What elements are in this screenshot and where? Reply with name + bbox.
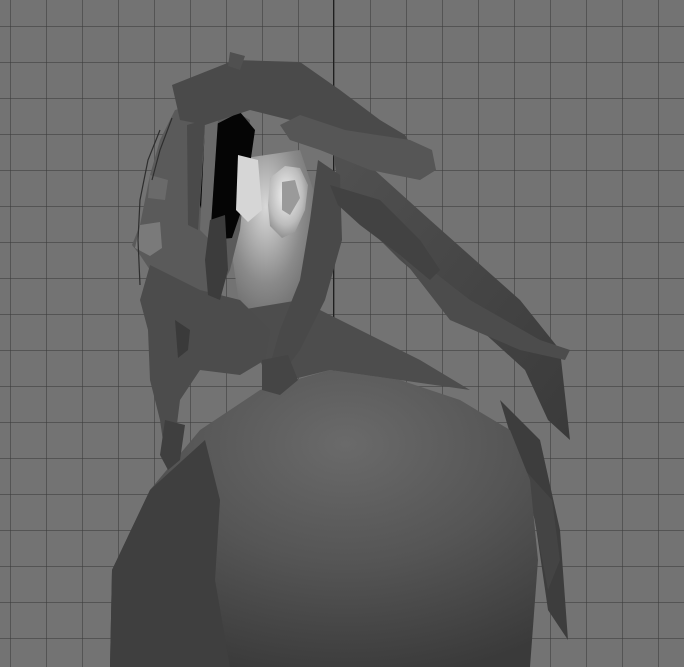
cheek-highlight: [236, 155, 262, 222]
character-model[interactable]: [0, 0, 684, 667]
viewport-3d[interactable]: [0, 0, 684, 667]
